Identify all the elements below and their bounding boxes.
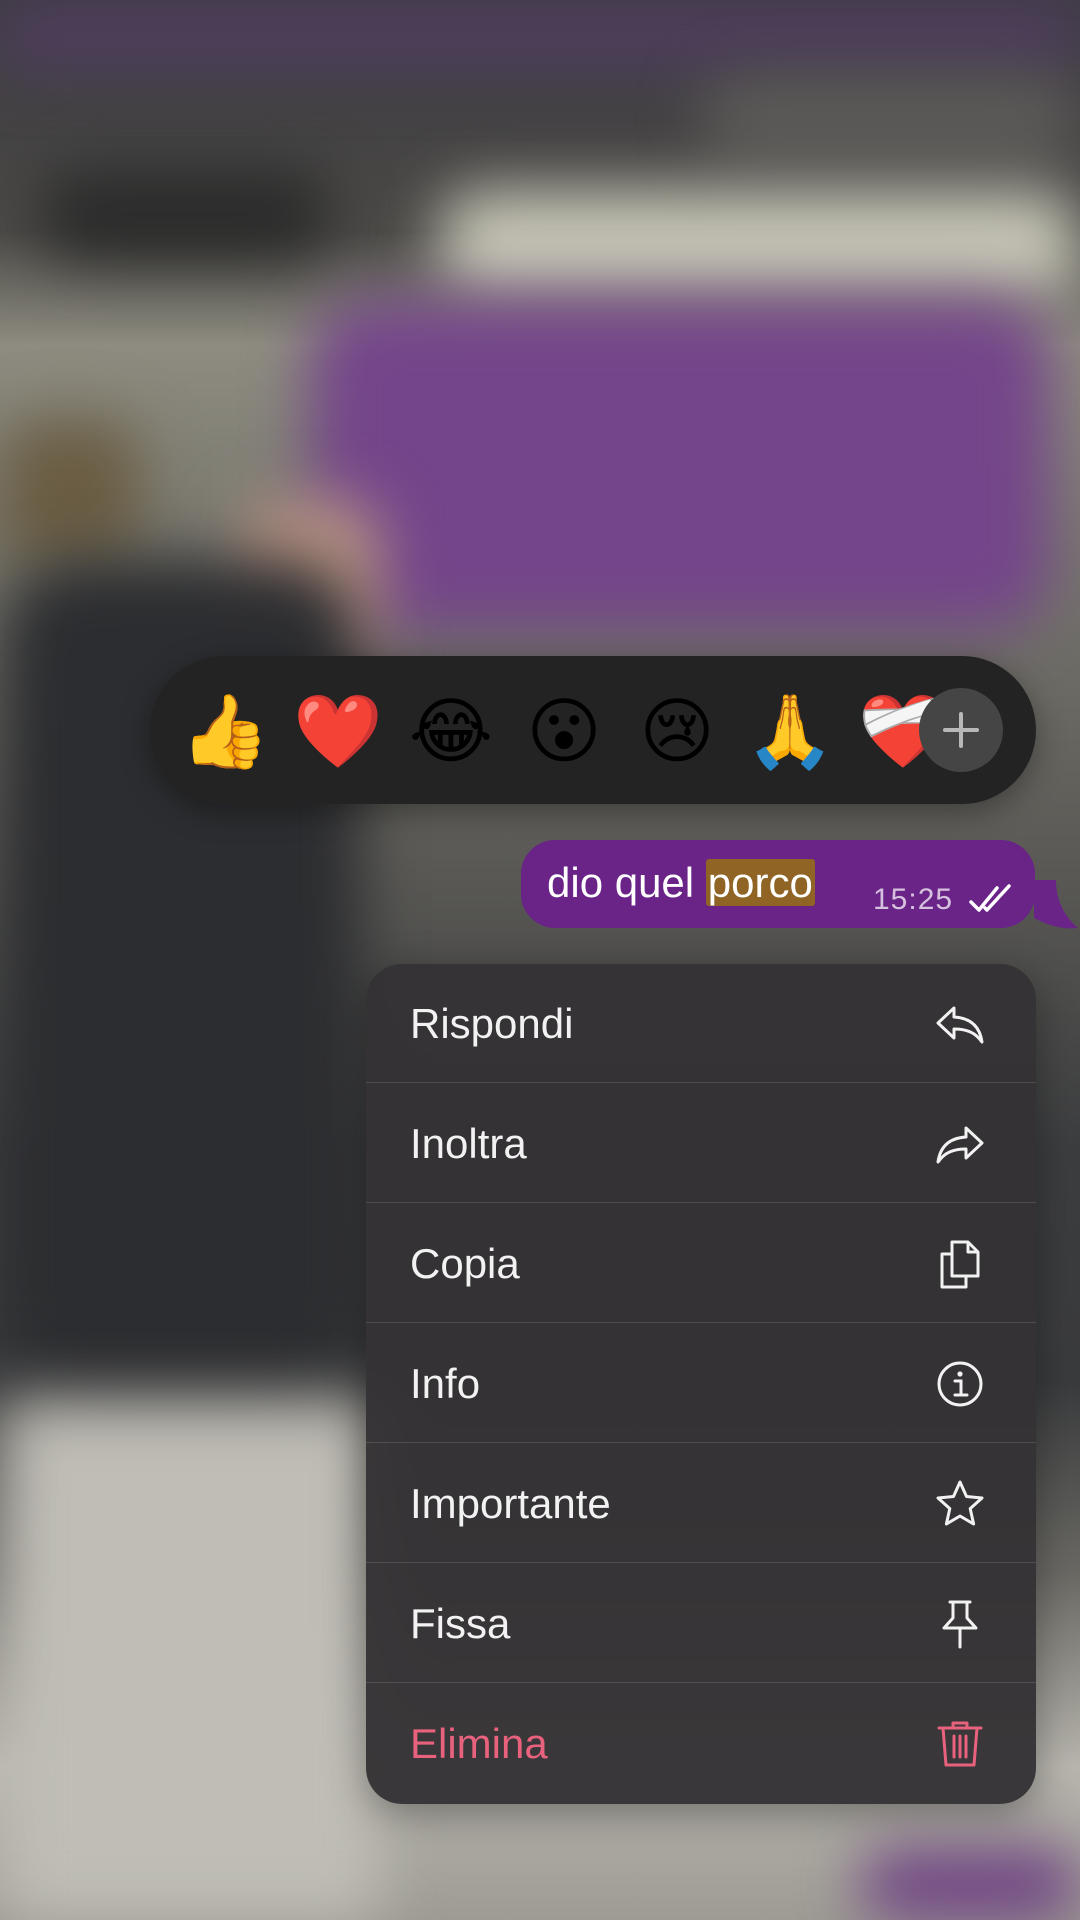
thumbs-up-reaction[interactable]: 👍 <box>180 686 270 776</box>
blurred-shape <box>440 190 1080 300</box>
blurred-shape <box>700 80 1080 160</box>
menu-item-info[interactable]: Info <box>366 1324 1036 1443</box>
menu-item-pin[interactable]: Fissa <box>366 1564 1036 1683</box>
menu-item-label: Fissa <box>410 1600 511 1647</box>
blurred-shape <box>0 0 1080 70</box>
blurred-shape <box>0 420 140 570</box>
forward-icon <box>936 1126 984 1164</box>
open-mouth-reaction[interactable]: 😮 <box>519 686 609 776</box>
menu-item-forward[interactable]: Inoltra <box>366 1084 1036 1203</box>
star-icon <box>936 1480 984 1526</box>
blurred-shape <box>860 1850 1080 1920</box>
plus-icon <box>943 712 979 748</box>
info-icon <box>937 1361 983 1407</box>
menu-item-label: Importante <box>410 1480 611 1527</box>
message-bubble[interactable]: dio quel porco 15:25 <box>521 840 1035 928</box>
trash-icon <box>937 1721 983 1767</box>
bubble-tail <box>1034 880 1078 929</box>
menu-item-label: Inoltra <box>410 1120 527 1167</box>
blurred-shape <box>310 300 1050 630</box>
message-text-plain: dio quel <box>547 859 706 906</box>
message-text: dio quel porco <box>547 854 815 912</box>
blurred-shape <box>40 170 330 260</box>
copy-icon <box>940 1240 980 1289</box>
blurred-shape <box>0 1400 380 1920</box>
menu-item-copy[interactable]: Copia <box>366 1204 1036 1323</box>
menu-item-reply[interactable]: Rispondi <box>366 964 1036 1083</box>
menu-item-label: Copia <box>410 1240 520 1287</box>
message-time: 15:25 <box>873 883 954 916</box>
menu-item-delete[interactable]: Elimina <box>366 1684 1036 1803</box>
double-check-icon <box>969 884 1011 912</box>
menu-item-label: Info <box>410 1360 481 1407</box>
folded-hands-reaction[interactable]: 🙏 <box>745 686 835 776</box>
menu-item-star[interactable]: Importante <box>366 1444 1036 1563</box>
red-heart-reaction[interactable]: ❤️ <box>293 686 383 776</box>
menu-item-label: Rispondi <box>410 1000 574 1047</box>
reaction-bar: 👍 ❤️ 😂 😮 😢 🙏 ❤️‍🩹 <box>150 656 1036 804</box>
message-text-highlight: porco <box>705 859 815 906</box>
crying-face-reaction[interactable]: 😢 <box>632 686 722 776</box>
reply-icon <box>936 1006 984 1044</box>
message-context-menu: Rispondi Inoltra Copia Info Importante F… <box>366 964 1036 1804</box>
tears-of-joy-reaction[interactable]: 😂 <box>406 686 496 776</box>
pin-icon <box>942 1600 978 1649</box>
more-reactions-button[interactable] <box>919 688 1003 772</box>
menu-item-label: Elimina <box>410 1720 548 1767</box>
